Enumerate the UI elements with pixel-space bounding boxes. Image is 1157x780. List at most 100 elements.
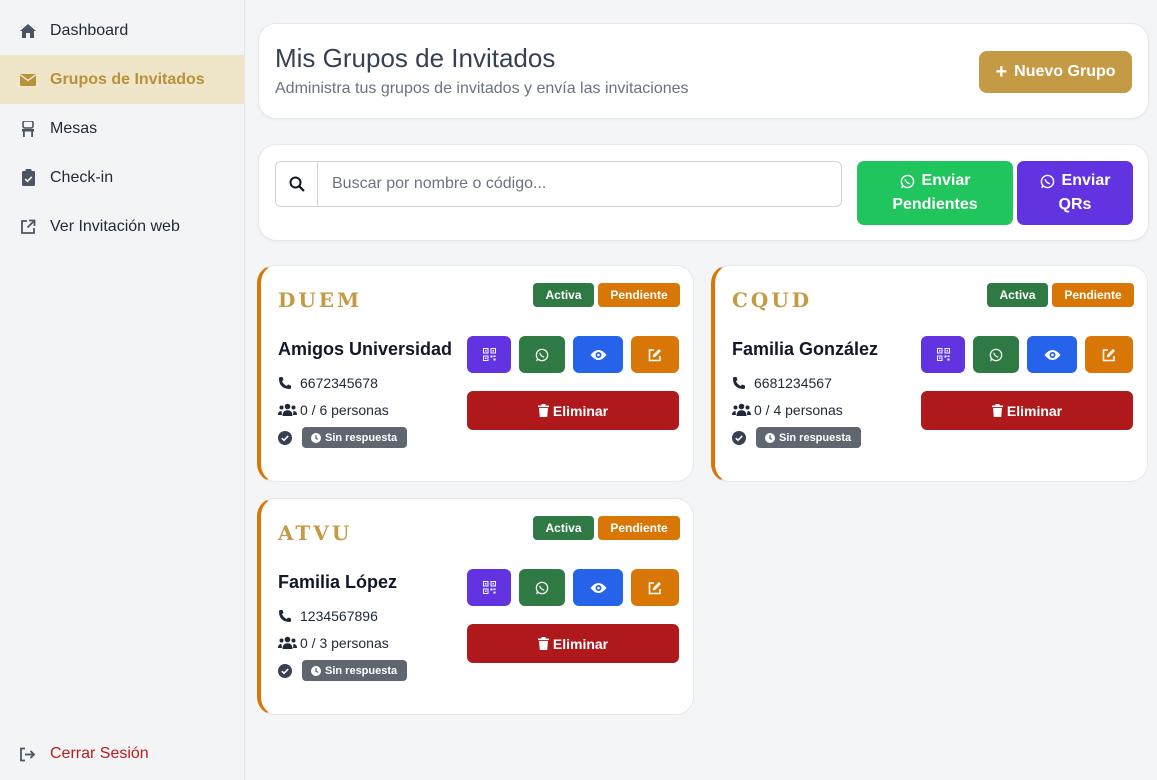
whatsapp-button[interactable] — [519, 336, 565, 373]
group-phone: 1234567896 — [300, 608, 378, 624]
eye-icon — [590, 349, 606, 360]
edit-icon — [1102, 348, 1115, 361]
edit-button[interactable] — [1085, 336, 1133, 373]
view-button[interactable] — [573, 336, 623, 373]
group-card: DUEM Activa Pendiente Amigos Universidad… — [257, 265, 694, 482]
group-name: Familia González — [732, 339, 879, 359]
check-circle-icon — [732, 430, 752, 445]
search-input[interactable] — [318, 162, 841, 206]
send-pending-button[interactable]: Enviar Pendientes — [857, 161, 1013, 225]
whatsapp-icon — [535, 581, 549, 594]
qrcode-icon — [482, 348, 496, 361]
sidebar-item-label: Ver Invitación web — [50, 217, 180, 235]
sidebar-item-mesas[interactable]: Mesas — [0, 104, 244, 153]
group-people: 0 / 3 personas — [300, 635, 389, 651]
delete-button[interactable]: Eliminar — [921, 391, 1133, 430]
trash-icon — [991, 404, 1003, 417]
phone-icon — [278, 376, 298, 390]
group-card: ATVU Activa Pendiente Familia López 1234… — [257, 498, 694, 715]
external-link-icon — [19, 218, 37, 236]
logout-button[interactable]: Cerrar Sesión — [0, 732, 244, 776]
group-code: DUEM — [278, 288, 363, 312]
status-badge-active: Activa — [533, 283, 594, 307]
delete-button[interactable]: Eliminar — [467, 391, 679, 430]
sidebar-item-grupos[interactable]: Grupos de Invitados — [0, 55, 244, 104]
response-label: Sin respuesta — [325, 664, 398, 677]
chair-icon — [19, 120, 37, 138]
group-response-row: Sin respuesta — [278, 660, 408, 681]
whatsapp-button[interactable] — [973, 336, 1019, 373]
users-icon — [278, 636, 298, 650]
check-circle-icon — [278, 663, 298, 678]
qrcode-icon — [936, 348, 950, 361]
search-card: Enviar Pendientes Enviar QRs — [258, 144, 1149, 241]
envelope-icon — [19, 71, 37, 89]
sidebar: Dashboard Grupos de Invitados Mesas Chec… — [0, 0, 245, 780]
group-code: CQUD — [732, 288, 813, 312]
sidebar-item-checkin[interactable]: Check-in — [0, 153, 244, 202]
group-code: ATVU — [278, 521, 353, 545]
edit-button[interactable] — [631, 336, 679, 373]
page-title: Mis Grupos de Invitados — [275, 43, 556, 73]
trash-icon — [537, 637, 549, 650]
status-badge-pending: Pendiente — [598, 283, 680, 307]
sidebar-nav: Dashboard Grupos de Invitados Mesas Chec… — [0, 6, 244, 251]
status-badge-active: Activa — [533, 516, 594, 540]
delete-label: Eliminar — [552, 635, 609, 652]
users-icon — [732, 403, 752, 417]
whatsapp-icon — [535, 348, 549, 361]
delete-label: Eliminar — [552, 402, 609, 419]
qr-button[interactable] — [467, 336, 511, 373]
response-badge: Sin respuesta — [756, 427, 862, 448]
clock-icon — [765, 432, 775, 443]
group-response-row: Sin respuesta — [278, 427, 408, 448]
group-phone-row: 1234567896 — [278, 608, 378, 624]
response-badge: Sin respuesta — [302, 660, 408, 681]
phone-icon — [732, 376, 752, 390]
group-people: 0 / 4 personas — [754, 402, 843, 418]
sidebar-item-label: Grupos de Invitados — [50, 70, 205, 88]
users-icon — [278, 403, 298, 417]
check-circle-icon — [278, 430, 298, 445]
qrcode-icon — [482, 581, 496, 594]
group-name: Amigos Universidad — [278, 339, 453, 359]
search-icon — [276, 162, 318, 206]
group-response-row: Sin respuesta — [732, 427, 862, 448]
logout-label: Cerrar Sesión — [50, 745, 149, 762]
sidebar-item-label: Check-in — [50, 168, 114, 186]
response-badge: Sin respuesta — [302, 427, 408, 448]
sidebar-item-label: Mesas — [50, 119, 98, 137]
clipboard-check-icon — [19, 169, 37, 187]
view-button[interactable] — [573, 569, 623, 606]
edit-icon — [648, 581, 661, 594]
qr-button[interactable] — [921, 336, 965, 373]
delete-button[interactable]: Eliminar — [467, 624, 679, 663]
qr-button[interactable] — [467, 569, 511, 606]
eye-icon — [1044, 349, 1060, 360]
trash-icon — [537, 404, 549, 417]
group-people-row: 0 / 4 personas — [732, 402, 843, 418]
status-badge-pending: Pendiente — [1052, 283, 1134, 307]
group-phone: 6672345678 — [300, 375, 378, 391]
response-label: Sin respuesta — [779, 431, 852, 444]
view-button[interactable] — [1027, 336, 1077, 373]
send-pending-label-2: Pendientes — [892, 196, 978, 213]
group-phone: 6681234567 — [754, 375, 832, 391]
whatsapp-button[interactable] — [519, 569, 565, 606]
sidebar-item-ver-invitacion[interactable]: Ver Invitación web — [0, 202, 244, 251]
page-subtitle: Administra tus grupos de invitados y env… — [275, 80, 689, 97]
new-group-button[interactable]: + Nuevo Grupo — [979, 51, 1132, 93]
group-people: 0 / 6 personas — [300, 402, 389, 418]
edit-button[interactable] — [631, 569, 679, 606]
response-label: Sin respuesta — [325, 431, 398, 444]
group-phone-row: 6672345678 — [278, 375, 378, 391]
sidebar-item-dashboard[interactable]: Dashboard — [0, 6, 244, 55]
send-qrs-button[interactable]: Enviar QRs — [1017, 161, 1133, 225]
home-icon — [19, 22, 37, 40]
search-box — [275, 161, 842, 207]
clock-icon — [311, 432, 321, 443]
clock-icon — [311, 665, 321, 676]
whatsapp-icon — [900, 174, 914, 188]
group-people-row: 0 / 6 personas — [278, 402, 389, 418]
plus-icon: + — [995, 61, 1008, 83]
